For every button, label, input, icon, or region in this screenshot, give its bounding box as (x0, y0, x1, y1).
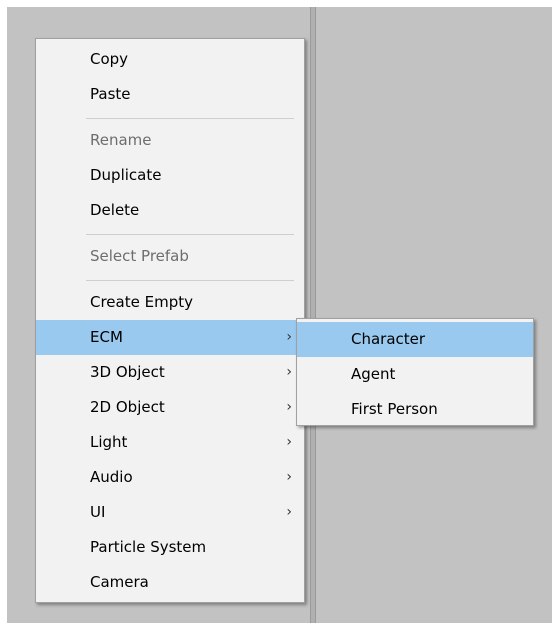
submenu-item-label: First Person (351, 400, 438, 418)
menu-item-delete[interactable]: Delete (36, 193, 304, 228)
menu-item-label: Rename (90, 131, 152, 149)
chevron-right-icon: › (286, 504, 292, 520)
menu-item-label: Audio (90, 468, 133, 486)
submenu-item-label: Character (351, 330, 426, 348)
menu-item-label: Duplicate (90, 166, 162, 184)
context-menu: Copy Paste Rename Duplicate Delete Selec… (35, 38, 305, 603)
menu-item-camera[interactable]: Camera (36, 565, 304, 600)
menu-item-label: 2D Object (90, 398, 165, 416)
menu-item-label: Paste (90, 85, 131, 103)
menu-item-label: Create Empty (90, 293, 193, 311)
menu-item-label: UI (90, 503, 106, 521)
menu-item-ecm[interactable]: ECM › (36, 320, 304, 355)
scene-panel[interactable] (316, 7, 552, 623)
menu-separator (86, 280, 294, 281)
menu-item-label: Particle System (90, 538, 207, 556)
menu-item-label: Light (90, 433, 128, 451)
menu-item-rename: Rename (36, 123, 304, 158)
chevron-right-icon: › (286, 434, 292, 450)
submenu-item-label: Agent (351, 365, 396, 383)
menu-item-duplicate[interactable]: Duplicate (36, 158, 304, 193)
menu-separator (86, 234, 294, 235)
menu-item-copy[interactable]: Copy (36, 42, 304, 77)
editor-window: Copy Paste Rename Duplicate Delete Selec… (0, 0, 559, 630)
menu-item-label: Delete (90, 201, 140, 219)
submenu-item-character[interactable]: Character (297, 322, 533, 357)
chevron-right-icon: › (286, 329, 292, 345)
menu-item-label: Select Prefab (90, 247, 189, 265)
menu-item-label: 3D Object (90, 363, 165, 381)
menu-item-select-prefab: Select Prefab (36, 239, 304, 274)
submenu-item-agent[interactable]: Agent (297, 357, 533, 392)
menu-item-ui[interactable]: UI › (36, 495, 304, 530)
submenu-item-first-person[interactable]: First Person (297, 392, 533, 427)
menu-item-label: Copy (90, 50, 129, 68)
menu-item-2d-object[interactable]: 2D Object › (36, 390, 304, 425)
menu-separator (86, 118, 294, 119)
ecm-submenu: Character Agent First Person (296, 318, 534, 426)
menu-item-create-empty[interactable]: Create Empty (36, 285, 304, 320)
menu-item-label: ECM (90, 328, 123, 346)
menu-item-light[interactable]: Light › (36, 425, 304, 460)
menu-item-paste[interactable]: Paste (36, 77, 304, 112)
chevron-right-icon: › (286, 469, 292, 485)
menu-item-label: Camera (90, 573, 149, 591)
menu-item-3d-object[interactable]: 3D Object › (36, 355, 304, 390)
chevron-right-icon: › (286, 364, 292, 380)
menu-item-particle-system[interactable]: Particle System (36, 530, 304, 565)
menu-item-audio[interactable]: Audio › (36, 460, 304, 495)
chevron-right-icon: › (286, 399, 292, 415)
